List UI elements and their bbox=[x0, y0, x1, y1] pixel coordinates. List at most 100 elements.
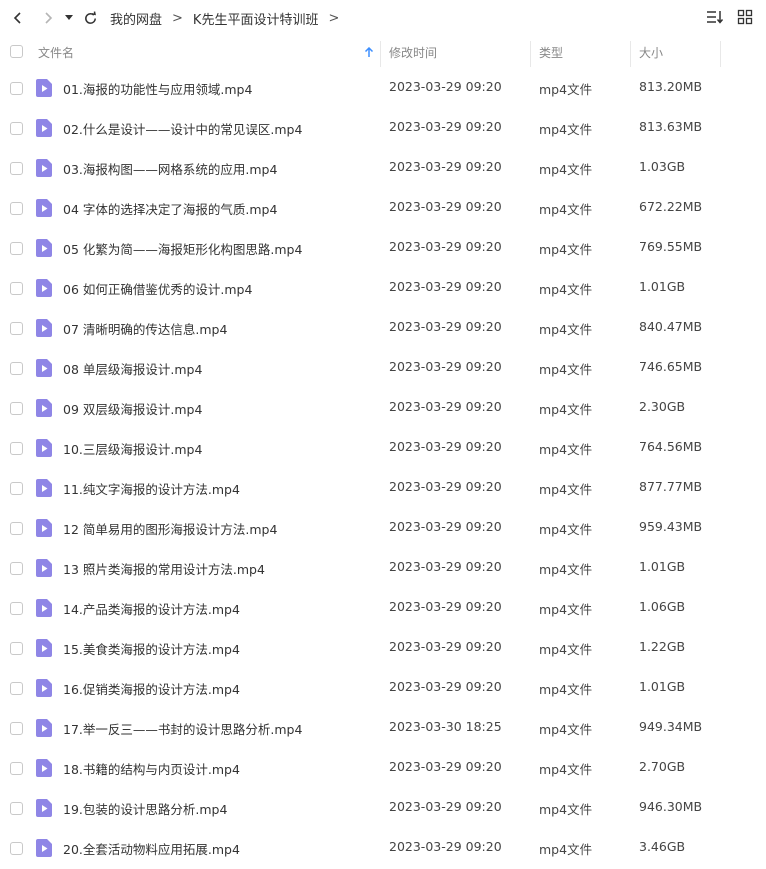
file-name[interactable]: 10.三层级海报设计.mp4 bbox=[63, 439, 202, 458]
file-row[interactable]: 05 化繁为简——海报矩形化构图思路.mp4 2023-03-29 09:20 mp… bbox=[0, 228, 766, 268]
file-row[interactable]: 17.举一反三——书封的设计思路分析.mp4 2023-03-30 18:25 mp… bbox=[0, 708, 766, 748]
sort-icon[interactable] bbox=[704, 6, 726, 28]
column-header-type[interactable]: 类型 bbox=[539, 37, 563, 67]
row-checkbox[interactable] bbox=[10, 642, 23, 655]
file-row[interactable]: 13 照片类海报的常用设计方法.mp4 2023-03-29 09:20 mp4文件… bbox=[0, 548, 766, 588]
file-name[interactable]: 06 如何正确借鉴优秀的设计.mp4 bbox=[63, 279, 252, 298]
column-divider[interactable] bbox=[720, 41, 721, 67]
video-file-icon bbox=[36, 519, 52, 537]
file-row[interactable]: 08 单层级海报设计.mp4 2023-03-29 09:20 mp4文件 746.6… bbox=[0, 348, 766, 388]
row-checkbox[interactable] bbox=[10, 682, 23, 695]
file-row[interactable]: 03.海报构图——网格系统的应用.mp4 2023-03-29 09:20 mp4文… bbox=[0, 148, 766, 188]
file-row[interactable]: 10.三层级海报设计.mp4 2023-03-29 09:20 mp4文件 764.5… bbox=[0, 428, 766, 468]
refresh-icon[interactable] bbox=[78, 6, 102, 30]
file-name[interactable]: 16.促销类海报的设计方法.mp4 bbox=[63, 679, 240, 698]
back-icon[interactable] bbox=[6, 6, 30, 30]
file-modified-time: 2023-03-29 09:20 bbox=[389, 439, 502, 454]
file-type: mp4文件 bbox=[539, 682, 593, 697]
file-name[interactable]: 14.产品类海报的设计方法.mp4 bbox=[63, 599, 240, 618]
column-header-size[interactable]: 大小 bbox=[639, 37, 663, 67]
file-row[interactable]: 18.书籍的结构与内页设计.mp4 2023-03-29 09:20 mp4文件 2.… bbox=[0, 748, 766, 788]
file-name[interactable]: 08 单层级海报设计.mp4 bbox=[63, 359, 202, 378]
file-name[interactable]: 13 照片类海报的常用设计方法.mp4 bbox=[63, 559, 265, 578]
breadcrumb-item-root[interactable]: 我的网盘 bbox=[110, 9, 162, 28]
history-dropdown-icon[interactable] bbox=[62, 6, 76, 30]
file-modified-time: 2023-03-29 09:20 bbox=[389, 279, 502, 294]
row-checkbox[interactable] bbox=[10, 282, 23, 295]
video-file-icon bbox=[36, 159, 52, 177]
file-row[interactable]: 12 简单易用的图形海报设计方法.mp4 2023-03-29 09:20 mp4文… bbox=[0, 508, 766, 548]
file-row[interactable]: 09 双层级海报设计.mp4 2023-03-29 09:20 mp4文件 2.30G… bbox=[0, 388, 766, 428]
video-file-icon bbox=[36, 839, 52, 857]
row-checkbox[interactable] bbox=[10, 522, 23, 535]
column-header-name[interactable]: 文件名 bbox=[38, 37, 74, 67]
file-modified-time: 2023-03-29 09:20 bbox=[389, 759, 502, 774]
row-checkbox[interactable] bbox=[10, 562, 23, 575]
file-type: mp4文件 bbox=[539, 362, 593, 377]
column-divider[interactable] bbox=[530, 41, 531, 67]
row-checkbox[interactable] bbox=[10, 362, 23, 375]
file-name[interactable]: 02.什么是设计——设计中的常见误区.mp4 bbox=[63, 119, 302, 138]
column-divider[interactable] bbox=[380, 41, 381, 67]
file-name[interactable]: 20.全套活动物料应用拓展.mp4 bbox=[63, 839, 240, 858]
file-name[interactable]: 01.海报的功能性与应用领域.mp4 bbox=[63, 79, 252, 98]
file-name[interactable]: 15.美食类海报的设计方法.mp4 bbox=[63, 639, 240, 658]
file-name[interactable]: 11.纯文字海报的设计方法.mp4 bbox=[63, 479, 240, 498]
video-file-icon bbox=[36, 639, 52, 657]
row-checkbox[interactable] bbox=[10, 602, 23, 615]
video-file-icon bbox=[36, 679, 52, 697]
file-row[interactable]: 07 清晰明确的传达信息.mp4 2023-03-29 09:20 mp4文件 840… bbox=[0, 308, 766, 348]
row-checkbox[interactable] bbox=[10, 242, 23, 255]
file-size: 1.01GB bbox=[639, 679, 686, 694]
row-checkbox[interactable] bbox=[10, 162, 23, 175]
file-name[interactable]: 07 清晰明确的传达信息.mp4 bbox=[63, 319, 227, 338]
file-size: 1.22GB bbox=[639, 639, 686, 654]
file-row[interactable]: 11.纯文字海报的设计方法.mp4 2023-03-29 09:20 mp4文件 87… bbox=[0, 468, 766, 508]
file-modified-time: 2023-03-29 09:20 bbox=[389, 399, 502, 414]
file-name[interactable]: 03.海报构图——网格系统的应用.mp4 bbox=[63, 159, 277, 178]
row-checkbox[interactable] bbox=[10, 122, 23, 135]
file-size: 3.46GB bbox=[639, 839, 686, 854]
column-header-modified[interactable]: 修改时间 bbox=[389, 37, 437, 67]
sort-ascending-icon[interactable] bbox=[364, 37, 374, 67]
video-file-icon bbox=[36, 719, 52, 737]
row-checkbox[interactable] bbox=[10, 762, 23, 775]
file-type: mp4文件 bbox=[539, 562, 593, 577]
row-checkbox[interactable] bbox=[10, 202, 23, 215]
file-name[interactable]: 17.举一反三——书封的设计思路分析.mp4 bbox=[63, 719, 302, 738]
select-all-checkbox[interactable] bbox=[10, 45, 23, 58]
file-row[interactable]: 06 如何正确借鉴优秀的设计.mp4 2023-03-29 09:20 mp4文件 1… bbox=[0, 268, 766, 308]
forward-icon[interactable] bbox=[36, 6, 60, 30]
row-checkbox[interactable] bbox=[10, 442, 23, 455]
file-name[interactable]: 04 字体的选择决定了海报的气质.mp4 bbox=[63, 199, 277, 218]
column-divider[interactable] bbox=[630, 41, 631, 67]
breadcrumb-item-current[interactable]: K先生平面设计特训班 bbox=[193, 9, 319, 28]
row-checkbox[interactable] bbox=[10, 482, 23, 495]
file-name[interactable]: 12 简单易用的图形海报设计方法.mp4 bbox=[63, 519, 277, 538]
file-row[interactable]: 04 字体的选择决定了海报的气质.mp4 2023-03-29 09:20 mp4文… bbox=[0, 188, 766, 228]
video-file-icon bbox=[36, 799, 52, 817]
file-row[interactable]: 01.海报的功能性与应用领域.mp4 2023-03-29 09:20 mp4文件 8… bbox=[0, 68, 766, 108]
file-row[interactable]: 15.美食类海报的设计方法.mp4 2023-03-29 09:20 mp4文件 1.… bbox=[0, 628, 766, 668]
file-name[interactable]: 09 双层级海报设计.mp4 bbox=[63, 399, 202, 418]
file-row[interactable]: 19.包装的设计思路分析.mp4 2023-03-29 09:20 mp4文件 946… bbox=[0, 788, 766, 828]
file-name[interactable]: 05 化繁为简——海报矩形化构图思路.mp4 bbox=[63, 239, 302, 258]
file-row[interactable]: 02.什么是设计——设计中的常见误区.mp4 2023-03-29 09:20 mp… bbox=[0, 108, 766, 148]
grid-view-icon[interactable] bbox=[734, 6, 756, 28]
row-checkbox[interactable] bbox=[10, 722, 23, 735]
row-checkbox[interactable] bbox=[10, 82, 23, 95]
file-name[interactable]: 19.包装的设计思路分析.mp4 bbox=[63, 799, 227, 818]
file-type: mp4文件 bbox=[539, 322, 593, 337]
row-checkbox[interactable] bbox=[10, 322, 23, 335]
file-row[interactable]: 20.全套活动物料应用拓展.mp4 2023-03-29 09:20 mp4文件 3.… bbox=[0, 828, 766, 868]
file-size: 746.65MB bbox=[639, 359, 703, 374]
row-checkbox[interactable] bbox=[10, 402, 23, 415]
row-checkbox[interactable] bbox=[10, 842, 23, 855]
file-type: mp4文件 bbox=[539, 642, 593, 657]
video-file-icon bbox=[36, 279, 52, 297]
file-row[interactable]: 14.产品类海报的设计方法.mp4 2023-03-29 09:20 mp4文件 1.… bbox=[0, 588, 766, 628]
row-checkbox[interactable] bbox=[10, 802, 23, 815]
breadcrumb-separator[interactable]: > bbox=[328, 11, 339, 26]
file-name[interactable]: 18.书籍的结构与内页设计.mp4 bbox=[63, 759, 240, 778]
file-row[interactable]: 16.促销类海报的设计方法.mp4 2023-03-29 09:20 mp4文件 1.… bbox=[0, 668, 766, 708]
